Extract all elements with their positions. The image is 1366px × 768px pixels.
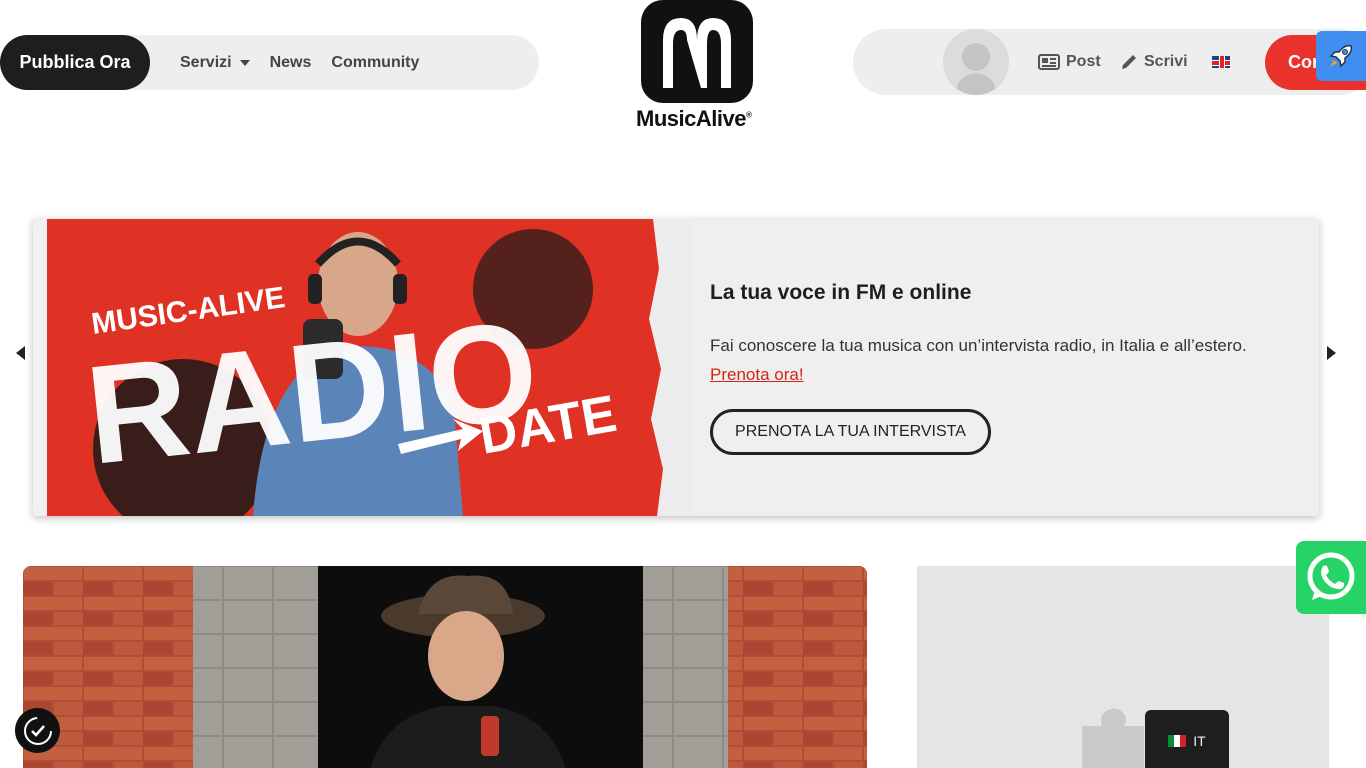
language-switcher[interactable]: IT (1145, 710, 1229, 768)
nav-item-news-label: News (269, 53, 312, 71)
post-link[interactable]: Post (1038, 29, 1101, 95)
post-label: Post (1066, 53, 1101, 70)
banner-title: La tua voce in FM e online (710, 281, 972, 304)
logo-registered: ® (745, 110, 752, 120)
accessibility-icon[interactable] (15, 708, 60, 753)
write-link[interactable]: Scrivi (1120, 29, 1188, 95)
publish-now-button[interactable]: Pubblica Ora (0, 35, 150, 90)
write-label: Scrivi (1144, 53, 1188, 70)
ad-placeholder (917, 566, 1329, 768)
newspaper-icon (1038, 54, 1060, 70)
carousel-prev-arrow[interactable] (16, 346, 25, 360)
logo-text: MusicAlive (636, 106, 746, 131)
hero-banner: MUSIC-ALIVE RADIO DATE La tua voce in FM… (33, 219, 1319, 516)
avatar-body (956, 73, 996, 95)
nav-item-community-label: Community (331, 53, 420, 71)
uk-flag-icon[interactable] (1212, 56, 1230, 68)
book-interview-button[interactable]: PRENOTA LA TUA INTERVISTA (710, 409, 991, 455)
rocket-icon[interactable] (1316, 31, 1366, 81)
logo-wordmark: MusicAlive® (636, 106, 752, 132)
language-code: IT (1193, 733, 1206, 749)
site-logo[interactable]: MusicAlive® (636, 0, 760, 132)
puzzle-icon (1082, 708, 1144, 768)
nav-links: Servizi News Community (180, 35, 419, 90)
main-nav: Pubblica Ora Servizi News Community (0, 35, 539, 90)
nav-item-community[interactable]: Community (331, 54, 419, 72)
avatar-head (962, 43, 990, 71)
pencil-icon (1122, 55, 1136, 69)
chevron-down-icon (239, 59, 250, 66)
banner-content: La tua voce in FM e online Fai conoscere… (710, 281, 1290, 455)
book-now-link[interactable]: Prenota ora! (710, 360, 804, 389)
nav-item-servizi[interactable]: Servizi (180, 54, 250, 72)
carousel-next-arrow[interactable] (1327, 346, 1336, 360)
banner-description: Fai conoscere la tua musica con un’inter… (710, 336, 1247, 355)
avatar[interactable] (943, 29, 1009, 95)
nav-item-news[interactable]: News (270, 54, 312, 72)
italy-flag-icon (1168, 735, 1187, 747)
musicalive-logo-mark (641, 0, 753, 103)
nav-item-servizi-label: Servizi (180, 53, 232, 71)
radio-date-banner-image: MUSIC-ALIVE RADIO DATE (33, 219, 693, 516)
article-featured-image[interactable] (23, 566, 867, 768)
whatsapp-icon[interactable] (1296, 541, 1366, 614)
user-nav: Post Scrivi Con (853, 29, 1366, 95)
